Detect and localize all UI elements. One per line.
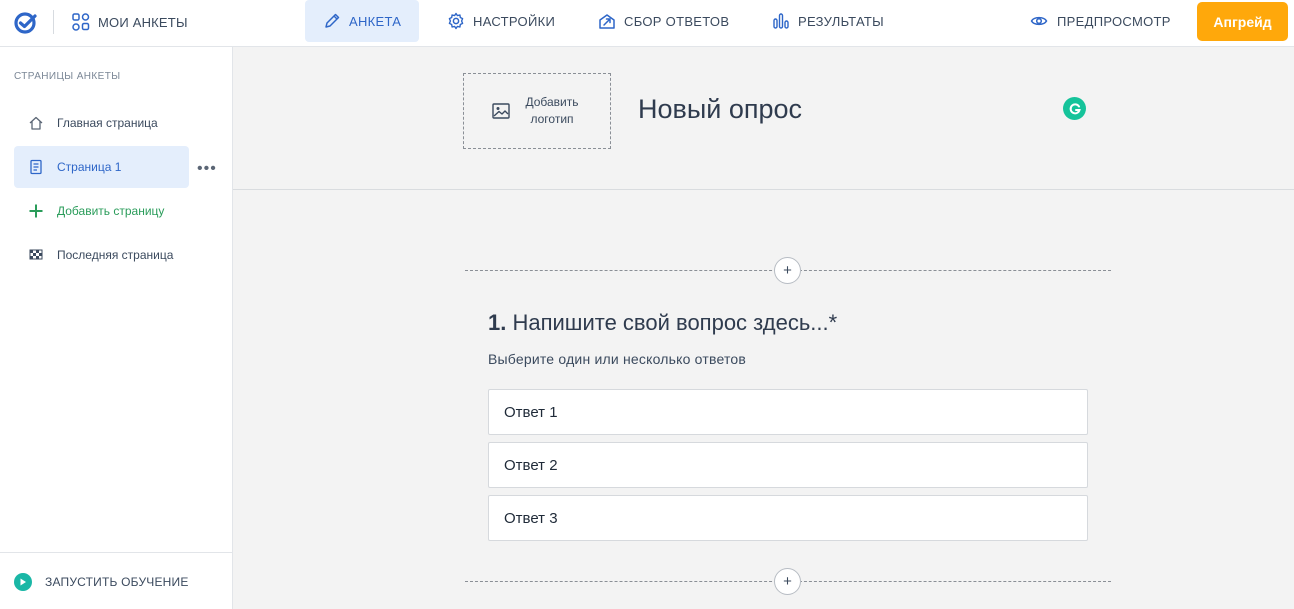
tab-collect-label: СБОР ОТВЕТОВ [624,13,730,29]
plus-icon [29,204,43,218]
sidebar-title: СТРАНИЦЫ АНКЕТЫ [14,71,121,82]
sidebar-item-last-page[interactable]: Последняя страница [14,234,189,276]
sidebar-item-add-page[interactable]: Добавить страницу [14,190,189,232]
my-surveys-label: МОИ АНКЕТЫ [98,14,188,30]
start-tutorial-button[interactable]: ЗАПУСТИТЬ ОБУЧЕНИЕ [14,573,189,591]
tab-results-label: РЕЗУЛЬТАТЫ [798,13,884,29]
my-surveys-link[interactable]: МОИ АНКЕТЫ [72,12,188,32]
tab-survey[interactable]: АНКЕТА [305,0,420,42]
sidebar-item-label: Главная страница [57,116,158,130]
top-bar: МОИ АНКЕТЫ АНКЕТА НАСТРОЙКИ СБОР ОТВЕТОВ… [0,0,1294,47]
tab-settings[interactable]: НАСТРОЙКИ [429,0,573,42]
tab-results[interactable]: РЕЗУЛЬТАТЫ [754,0,902,42]
answer-option[interactable]: Ответ 2 [488,442,1088,488]
preview-label: ПРЕДПРОСМОТР [1057,13,1171,29]
play-icon [14,573,32,591]
answer-option[interactable]: Ответ 3 [488,495,1088,541]
gear-icon [448,12,464,30]
question-text: Напишите свой вопрос здесь...* [512,310,838,335]
eye-icon [1030,16,1048,26]
survey-editor: Добавить логотип Новый опрос + 1. Напиши… [233,47,1294,609]
start-tutorial-label: ЗАПУСТИТЬ ОБУЧЕНИЕ [45,575,189,589]
survey-header: Добавить логотип Новый опрос [233,47,1294,190]
tab-settings-label: НАСТРОЙКИ [473,13,556,29]
add-question-button-bottom[interactable]: + [774,568,801,595]
survey-title[interactable]: Новый опрос [638,94,802,125]
grid-icon [72,13,90,31]
question-number: 1. [488,310,507,335]
grammarly-icon[interactable] [1063,97,1086,120]
add-logo-button[interactable]: Добавить логотип [463,73,611,149]
preview-button[interactable]: ПРЕДПРОСМОТР [1030,12,1171,30]
page-icon [30,159,42,175]
tab-survey-label: АНКЕТА [349,13,402,29]
add-logo-label: Добавить логотип [525,95,579,126]
sidebar-item-page-1[interactable]: Страница 1 [14,146,189,188]
sidebar-footer: ЗАПУСТИТЬ ОБУЧЕНИЕ [0,552,232,609]
pencil-icon [325,13,340,28]
sidebar: СТРАНИЦЫ АНКЕТЫ Главная страница Страниц… [0,47,233,609]
page-more-options-button[interactable]: ••• [197,160,217,178]
share-icon [599,14,615,29]
sidebar-item-label: Страница 1 [57,160,122,174]
divider [53,10,54,34]
home-icon [29,116,43,130]
tab-collect-responses[interactable]: СБОР ОТВЕТОВ [580,0,747,42]
sidebar-item-label: Последняя страница [57,248,174,262]
sidebar-item-label: Добавить страницу [57,204,165,218]
bar-chart-icon [773,13,789,29]
sidebar-item-home-page[interactable]: Главная страница [14,102,189,144]
app-logo-icon[interactable] [14,11,38,35]
finish-flag-icon [29,249,43,260]
question-title[interactable]: 1. Напишите свой вопрос здесь...* [488,310,837,336]
upgrade-button[interactable]: Апгрейд [1197,2,1288,41]
question-description: Выберите один или несколько ответов [488,351,747,367]
add-question-button-top[interactable]: + [774,257,801,284]
image-icon [492,103,510,119]
answer-option[interactable]: Ответ 1 [488,389,1088,435]
